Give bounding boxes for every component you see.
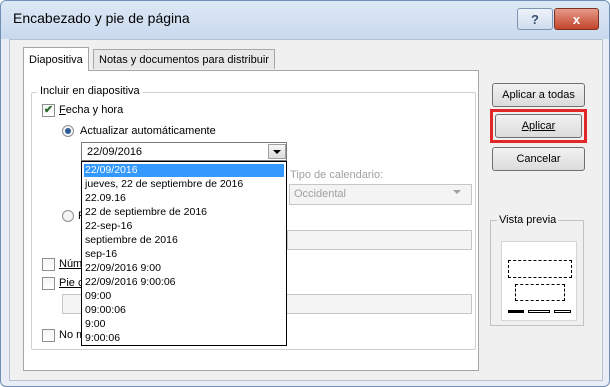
apply-all-button[interactable]: Aplicar a todas [492, 83, 585, 107]
calendar-type-select[interactable]: Occidental [289, 184, 472, 205]
tab-notas[interactable]: Notas y documentos para distribuir [93, 49, 275, 69]
window-title: Encabezado y pie de página [13, 10, 190, 26]
dropdown-option[interactable]: jueves, 22 de septiembre de 2016 [84, 178, 284, 191]
dropdown-option[interactable]: septiembre de 2016 [84, 234, 284, 247]
tab-notas-label: Notas y documentos para distribuir [99, 53, 269, 66]
close-icon: x [572, 11, 581, 27]
chevron-down-icon [273, 149, 281, 154]
preview-number-placeholder [554, 310, 571, 313]
apply-button[interactable]: Aplicar [495, 114, 582, 138]
date-format-dropdown-list[interactable]: 22/09/2016 jueves, 22 de septiembre de 2… [81, 161, 287, 346]
fecha-hora-label: Fecha y hora [59, 104, 124, 116]
title-bar[interactable]: Encabezado y pie de página ? x [1, 1, 609, 39]
cancel-label: Cancelar [516, 153, 561, 165]
dropdown-option[interactable]: 22.09.16 [84, 192, 284, 205]
dropdown-option[interactable]: 22 de septiembre de 2016 [84, 206, 284, 219]
help-icon: ? [531, 11, 539, 27]
slide-number-checkbox[interactable] [42, 258, 55, 271]
tab-diapositiva-label: Diapositiva [29, 53, 83, 66]
auto-update-radio[interactable] [62, 125, 74, 137]
auto-update-label: Actualizar automáticamente [80, 125, 216, 137]
cancel-button[interactable]: Cancelar [492, 147, 585, 171]
date-format-value: 22/09/2016 [87, 146, 143, 158]
dropdown-option[interactable]: 22/09/2016 [84, 164, 284, 177]
dialog-window: Encabezado y pie de página ? x Diapositi… [0, 0, 610, 387]
fecha-hora-label-rest: echa y hora [65, 104, 124, 116]
combo-dropdown-button[interactable] [268, 144, 286, 159]
radio-selected-dot [65, 128, 71, 134]
calendar-type-value: Occidental [294, 188, 346, 200]
fecha-hora-checkbox[interactable]: ✔ [42, 104, 55, 117]
preview-slide-thumbnail [501, 241, 577, 321]
fixed-radio[interactable] [62, 210, 74, 222]
dropdown-option[interactable]: 22/09/2016 9:00 [84, 262, 284, 275]
dropdown-option[interactable]: sep-16 [84, 248, 284, 261]
footer-label-partial: Pie c [59, 277, 84, 289]
preview-title-placeholder [508, 260, 572, 278]
dropdown-option[interactable]: 9:00 [84, 318, 284, 331]
tab-diapositiva[interactable]: Diapositiva [23, 47, 89, 71]
checkmark-icon: ✔ [43, 104, 54, 116]
apply-label: Aplicar [521, 120, 556, 132]
preview-date-placeholder [508, 310, 524, 313]
calendar-type-label: Tipo de calendario: [290, 169, 384, 181]
preview-legend: Vista previa [497, 214, 559, 226]
preview-footer-placeholder [528, 310, 550, 313]
hide-title-slide-checkbox[interactable] [42, 329, 55, 342]
include-group-legend: Incluir en diapositiva [37, 85, 143, 97]
fixed-date-field[interactable] [287, 230, 472, 250]
dropdown-option[interactable]: 22/09/2016 9:00:06 [84, 276, 284, 289]
date-format-combo[interactable]: 22/09/2016 [81, 142, 287, 161]
close-button[interactable]: x [554, 8, 599, 30]
dropdown-option[interactable]: 22-sep-16 [84, 220, 284, 233]
preview-body-placeholder [515, 284, 565, 301]
dropdown-option[interactable]: 09:00:06 [84, 304, 284, 317]
dropdown-option[interactable]: 9:00:06 [84, 332, 284, 345]
help-button[interactable]: ? [517, 8, 553, 30]
apply-all-label: Aplicar a todas [502, 89, 575, 101]
slide-number-label-partial: Núm [59, 258, 83, 270]
footer-checkbox[interactable] [42, 277, 55, 290]
dropdown-option[interactable]: 09:00 [84, 290, 284, 303]
chevron-down-icon [453, 190, 461, 194]
